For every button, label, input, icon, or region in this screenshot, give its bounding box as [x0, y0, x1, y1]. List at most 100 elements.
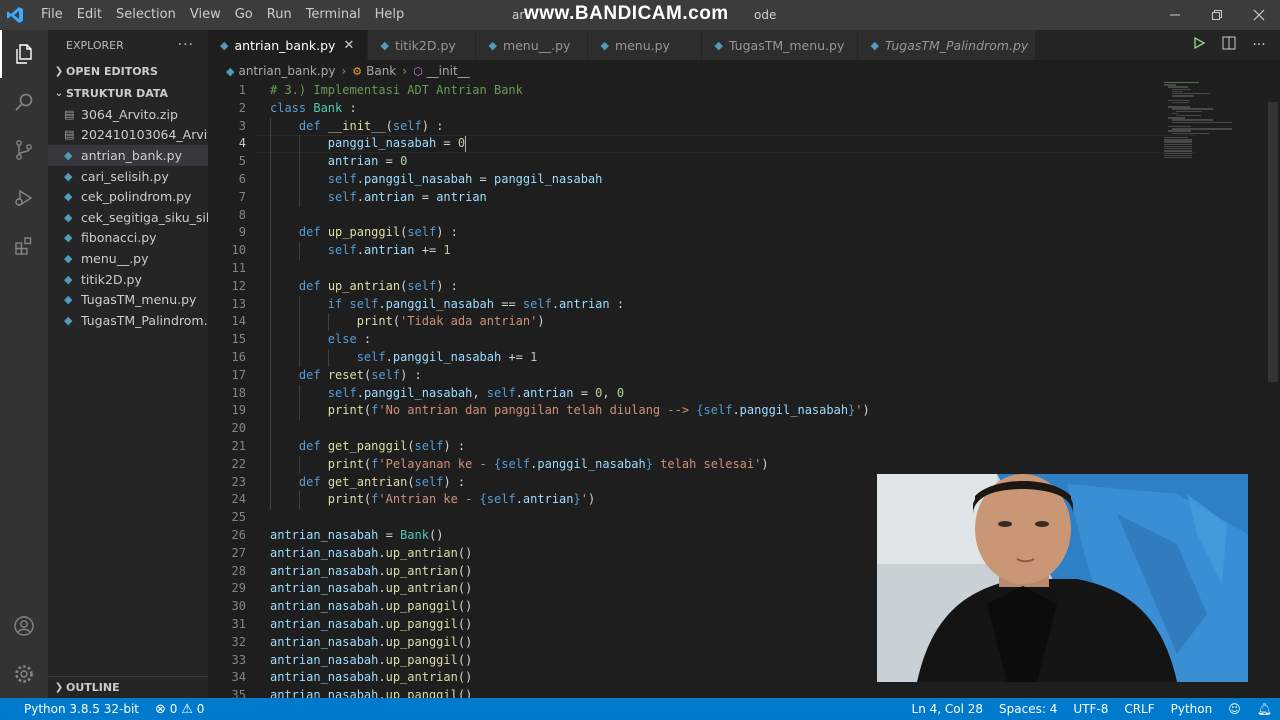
file-item[interactable]: ◆ TugasTM_menu.py [48, 289, 208, 310]
line-number: 10 [231, 243, 246, 258]
notifications-icon[interactable]: 🔔︎ [1249, 702, 1280, 716]
line-number: 35 [231, 688, 246, 698]
search-activity-button[interactable] [0, 78, 48, 126]
code-line[interactable]: 17 def reset(self) : [208, 367, 1148, 385]
line-number: 34 [231, 670, 246, 685]
breadcrumb-class[interactable]: Bank [366, 64, 396, 78]
menu-file[interactable]: File [34, 0, 70, 30]
menu-go[interactable]: Go [228, 0, 260, 30]
code-line[interactable]: 11 [208, 260, 1148, 278]
code-line[interactable]: 1 # 3.) Implementasi ADT Antrian Bank [208, 82, 1148, 100]
close-tab-icon[interactable]: ✕ [343, 38, 357, 53]
file-item[interactable]: ◆ fibonacci.py [48, 228, 208, 249]
warning-icon: ⚠ [181, 701, 193, 717]
code-line[interactable]: 3 def __init__(self) : [208, 118, 1148, 136]
code-line[interactable]: 8 [208, 207, 1148, 225]
tab-menu[interactable]: ◆ menu.py [588, 30, 703, 60]
breadcrumb-method[interactable]: __init__ [427, 64, 470, 78]
explorer-activity-button[interactable] [0, 30, 48, 78]
scrollbar-thumb[interactable] [1268, 102, 1278, 382]
code-line[interactable]: 14 print('Tidak ada antrian') [208, 313, 1148, 331]
menu-run[interactable]: Run [260, 0, 299, 30]
minimap-line [1168, 117, 1185, 119]
bandicam-watermark: www.BANDICAM.com [524, 3, 729, 24]
breadcrumb-file[interactable]: antrian_bank.py [238, 64, 335, 78]
code-line[interactable]: 13 if self.panggil_nasabah == self.antri… [208, 296, 1148, 314]
more-actions-icon[interactable]: ··· [178, 37, 194, 53]
code-line[interactable]: 6 self.panggil_nasabah = panggil_nasabah [208, 171, 1148, 189]
python-interpreter[interactable]: Python 3.8.5 32-bit [16, 702, 147, 716]
file-item[interactable]: ◆ cari_selisih.py [48, 166, 208, 187]
file-item[interactable]: ◆ cek_polindrom.py [48, 186, 208, 207]
menu-terminal[interactable]: Terminal [299, 0, 368, 30]
problems-indicator[interactable]: ⊗ 0 ⚠ 0 [147, 702, 212, 717]
file-item[interactable]: ▤ 202410103064_Arvito... [48, 125, 208, 146]
code-line[interactable]: 12 def up_antrian(self) : [208, 278, 1148, 296]
line-number: 4 [238, 136, 246, 151]
close-window-button[interactable] [1238, 0, 1280, 30]
file-item[interactable]: ◆ cek_segitiga_siku_siku... [48, 207, 208, 228]
code-line[interactable]: 21 def get_panggil(self) : [208, 438, 1148, 456]
restore-button[interactable] [1196, 0, 1238, 30]
code-line[interactable]: 4 panggil_nasabah = 0 [208, 135, 1148, 153]
encoding[interactable]: UTF-8 [1065, 702, 1116, 716]
code-line[interactable]: 20 [208, 420, 1148, 438]
split-editor-icon[interactable] [1214, 36, 1244, 54]
line-number: 31 [231, 617, 246, 631]
folder-section[interactable]: ⌄ STRUKTUR DATA [48, 82, 208, 104]
menu-edit[interactable]: Edit [70, 0, 109, 30]
code-line[interactable]: 10 self.antrian += 1 [208, 242, 1148, 260]
line-number: 9 [238, 225, 246, 240]
code-line[interactable]: 22 print(f'Pelayanan ke - {self.panggil_… [208, 456, 1148, 474]
tab-tugastm-menu[interactable]: ◆ TugasTM_menu.py [702, 30, 859, 60]
file-item[interactable]: ◆ menu__.py [48, 248, 208, 269]
code-line[interactable]: 7 self.antrian = antrian [208, 189, 1148, 207]
class-icon: ⚙ [352, 64, 363, 78]
line-number: 32 [231, 634, 246, 649]
window-title-right: ode [754, 8, 777, 22]
file-item-active[interactable]: ◆ antrian_bank.py [48, 145, 208, 166]
open-editors-section[interactable]: ❯ OPEN EDITORS [48, 60, 208, 82]
menu-help[interactable]: Help [368, 0, 412, 30]
indentation[interactable]: Spaces: 4 [991, 702, 1065, 716]
code-line[interactable]: 19 print(f'No antrian dan panggilan tela… [208, 402, 1148, 420]
line-number: 26 [231, 528, 246, 542]
language-mode[interactable]: Python [1163, 702, 1221, 716]
line-number: 7 [238, 189, 246, 204]
code-line[interactable]: 5 antrian = 0 [208, 153, 1148, 171]
menu-view[interactable]: View [183, 0, 228, 30]
code-text: self.antrian = antrian [327, 189, 487, 204]
manage-activity-button[interactable] [0, 650, 48, 698]
menu-selection[interactable]: Selection [109, 0, 183, 30]
file-item[interactable]: ◆ TugasTM_Palindrom.py [48, 310, 208, 331]
minimize-button[interactable] [1154, 0, 1196, 30]
code-line[interactable]: 9 def up_panggil(self) : [208, 224, 1148, 242]
end-of-line[interactable]: CRLF [1116, 702, 1162, 716]
error-icon: ⊗ [155, 701, 166, 717]
code-line[interactable]: 18 self.panggil_nasabah, self.antrian = … [208, 385, 1148, 403]
code-line[interactable]: 2 class Bank : [208, 100, 1148, 118]
file-item[interactable]: ▤ 3064_Arvito.zip [48, 104, 208, 125]
extensions-activity-button[interactable] [0, 222, 48, 270]
cursor-position[interactable]: Ln 4, Col 28 [904, 702, 992, 716]
outline-section[interactable]: ❯ OUTLINE [48, 676, 208, 698]
tab-titik2d[interactable]: ◆ titik2D.py [368, 30, 477, 60]
accounts-activity-button[interactable] [0, 602, 48, 650]
tab-tugastm-palindrom[interactable]: ◆ TugasTM_Palindrom.py [858, 30, 1037, 60]
more-actions-icon[interactable]: ··· [1244, 37, 1274, 53]
code-line[interactable]: 16 self.panggil_nasabah += 1 [208, 349, 1148, 367]
close-icon [1253, 9, 1265, 21]
code-line[interactable]: 35 antrian_nasabah.up_panggil() [208, 687, 1148, 698]
source-control-activity-button[interactable] [0, 126, 48, 174]
tab-antrian-bank[interactable]: ◆ antrian_bank.py ✕ [208, 30, 369, 60]
line-number: 6 [238, 172, 246, 186]
run-file-icon[interactable] [1184, 36, 1214, 53]
editor-scrollbar[interactable] [1266, 82, 1280, 698]
code-line[interactable]: 15 else : [208, 331, 1148, 349]
run-debug-activity-button[interactable] [0, 174, 48, 222]
line-number: 13 [231, 296, 246, 311]
code-text: antrian_nasabah.up_panggil() [270, 617, 473, 631]
feedback-icon[interactable]: ☺ [1220, 702, 1249, 716]
file-item[interactable]: ◆ titik2D.py [48, 269, 208, 290]
tab-menu-underscore[interactable]: ◆ menu__.py [476, 30, 589, 60]
